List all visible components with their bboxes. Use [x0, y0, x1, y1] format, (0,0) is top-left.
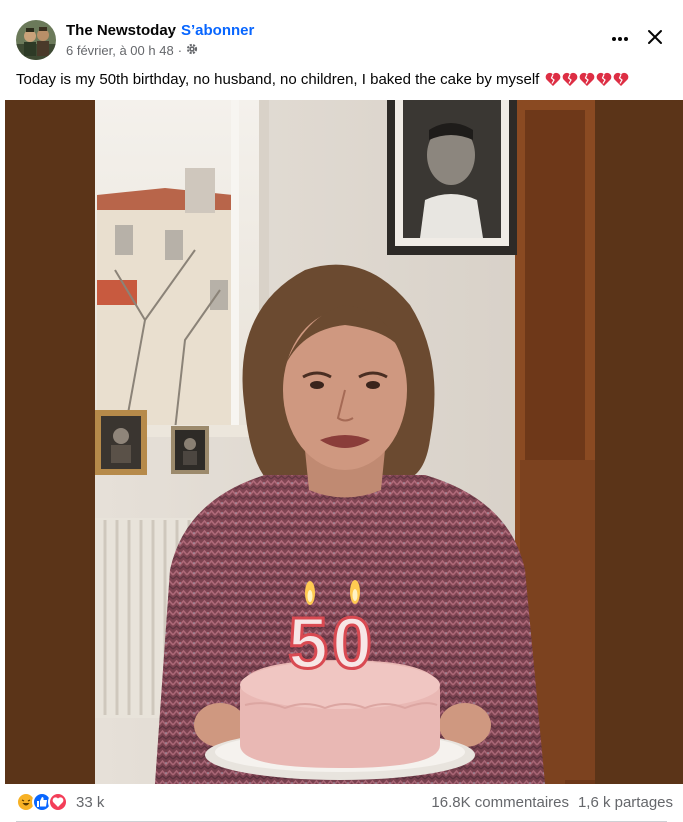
love-icon [48, 792, 68, 812]
svg-text:0: 0 [332, 604, 372, 684]
page-avatar[interactable] [16, 20, 56, 60]
meta-separator: · [177, 43, 183, 58]
more-options-button[interactable] [606, 26, 634, 50]
post-caption: Today is my 50th birthday, no husband, n… [16, 71, 629, 88]
svg-text:5: 5 [288, 604, 328, 684]
post-timestamp[interactable]: 6 février, à 00 h 48 [66, 43, 174, 58]
post-photo[interactable]: 5 0 [5, 100, 683, 784]
gear-icon[interactable] [186, 43, 198, 58]
broken-heart-icon [597, 72, 612, 86]
reaction-count: 33 k [76, 793, 105, 811]
reactions-summary[interactable]: 33 k [16, 792, 104, 812]
shares-count-link[interactable]: 1,6 k partages [578, 794, 673, 811]
post-meta: 6 février, à 00 h 48 · [66, 43, 198, 58]
post-footer: 33 k 16.8K commentaires 1,6 k partages [0, 784, 683, 822]
page-name-link[interactable]: The Newstoday [66, 22, 176, 39]
close-icon [647, 29, 663, 50]
close-button[interactable] [642, 26, 668, 52]
comments-count-link[interactable]: 16.8K commentaires [431, 794, 569, 811]
caption-text: Today is my 50th birthday, no husband, n… [16, 71, 540, 88]
broken-heart-icon [546, 72, 561, 86]
follow-button[interactable]: S’abonner [181, 22, 254, 39]
broken-heart-icon [614, 72, 629, 86]
broken-heart-icon [563, 72, 578, 86]
broken-heart-icon [580, 72, 595, 86]
name-separator: · [171, 22, 176, 39]
post-card: The Newstoday · S’abonner 6 février, à 0… [0, 0, 683, 822]
more-horizontal-icon [611, 29, 629, 47]
broken-heart-icons [545, 72, 629, 87]
post-header: The Newstoday · S’abonner 6 février, à 0… [0, 0, 683, 66]
